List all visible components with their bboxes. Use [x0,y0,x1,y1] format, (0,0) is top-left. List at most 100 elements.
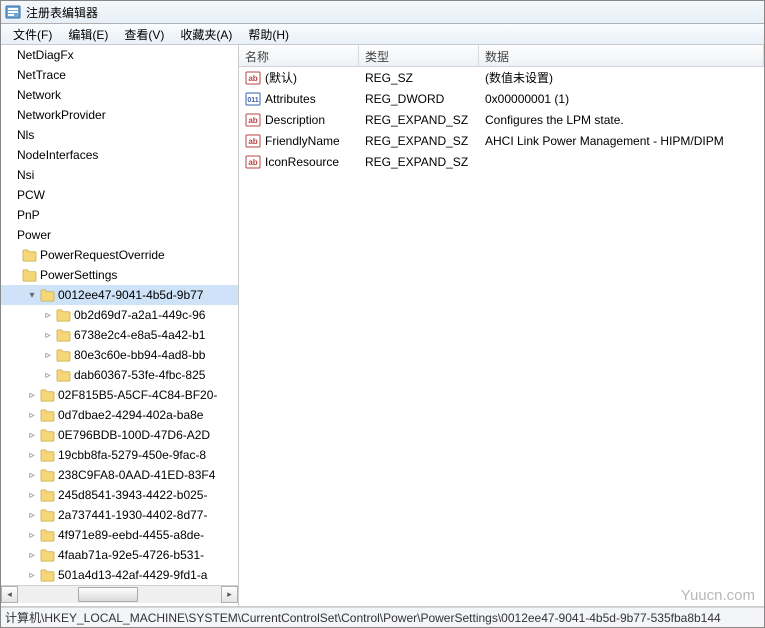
tree-item-label: 0012ee47-9041-4b5d-9b77 [58,288,203,302]
tree-item-label: NodeInterfaces [17,148,98,162]
expander-icon[interactable]: ▹ [41,350,55,361]
tree-item[interactable]: ▹0b2d69d7-a2a1-449c-96 [1,305,238,325]
menu-file[interactable]: 文件(F) [5,24,60,45]
tree-item-label: NetworkProvider [17,108,106,122]
tree-item-label: NetTrace [17,68,66,82]
tree-item-label: 4f971e89-eebd-4455-a8de- [58,528,204,542]
tree-item[interactable]: ▹ 245d8541-3943-4422-b025- [1,485,238,505]
list-row[interactable]: abFriendlyNameREG_EXPAND_SZAHCI Link Pow… [239,130,764,151]
value-data: AHCI Link Power Management - HIPM/DIPM [479,134,764,148]
svg-text:ab: ab [248,158,257,167]
tree-pane[interactable]: NetDiagFx NetTrace Network NetworkProvider N… [1,45,239,606]
tree-item[interactable]: ▹238C9FA8-0AAD-41ED-83F4 [1,465,238,485]
column-data[interactable]: 数据 [479,45,764,66]
expander-icon[interactable]: ▾ [25,290,39,301]
value-name: IconResource [265,155,339,169]
tree-item[interactable]: ▾ 0012ee47-9041-4b5d-9b77 [1,285,238,305]
expander-icon[interactable]: ▹ [41,370,55,381]
expander-icon[interactable]: ▹ [25,550,39,561]
tree-item[interactable]: ▹4faab71a-92e5-4726-b531- [1,545,238,565]
menu-favorites[interactable]: 收藏夹(A) [172,24,240,45]
tree-item[interactable]: ▹501a4d13-42af-4429-9fd1-a [1,565,238,585]
tree-item[interactable]: Network [1,85,238,105]
scroll-right-arrow[interactable]: ▸ [221,586,238,603]
expander-icon[interactable]: ▹ [25,530,39,541]
scroll-left-arrow[interactable]: ◂ [1,586,18,603]
folder-icon [39,387,55,403]
value-data: 0x00000001 (1) [479,92,764,106]
expander-icon[interactable]: ▹ [41,310,55,321]
tree-item[interactable]: ▹0E796BDB-100D-47D6-A2D [1,425,238,445]
list-header: 名称 类型 数据 [239,45,764,67]
tree-item[interactable]: Power [1,225,238,245]
folder-icon [39,447,55,463]
status-path: 计算机\HKEY_LOCAL_MACHINE\SYSTEM\CurrentCon… [5,609,721,626]
expander-icon[interactable]: ▹ [25,410,39,421]
expander-icon[interactable]: ▹ [25,470,39,481]
tree-item-label: 245d8541-3943-4422-b025- [58,488,207,502]
tree-item[interactable]: NetDiagFx [1,45,238,65]
tree-item-label: PowerSettings [40,268,117,282]
expander-icon[interactable]: ▹ [25,450,39,461]
tree-item[interactable]: ▹ 19cbb8fa-5279-450e-9fac-8 [1,445,238,465]
folder-icon [39,507,55,523]
expander-icon[interactable]: ▹ [25,510,39,521]
expander-icon[interactable]: ▹ [41,330,55,341]
tree-item-label: 0d7dbae2-4294-402a-ba8e [58,408,203,422]
value-type: REG_EXPAND_SZ [359,134,479,148]
column-name[interactable]: 名称 [239,45,359,66]
string-value-icon: ab [245,154,261,170]
tree-item[interactable]: NetTrace [1,65,238,85]
tree-item-label: 80e3c60e-bb94-4ad8-bb [74,348,205,362]
value-name-cell: abFriendlyName [239,133,359,149]
tree-item[interactable]: NetworkProvider [1,105,238,125]
column-type[interactable]: 类型 [359,45,479,66]
horizontal-scrollbar[interactable]: ◂ ▸ [1,585,238,602]
tree-item[interactable]: PowerRequestOverride [1,245,238,265]
tree-item-label: dab60367-53fe-4fbc-825 [74,368,205,382]
expander-icon[interactable]: ▹ [25,490,39,501]
tree-item[interactable]: PCW [1,185,238,205]
content-area: NetDiagFx NetTrace Network NetworkProvider N… [1,45,764,607]
value-name: (默认) [265,69,297,86]
scroll-track[interactable] [18,586,221,603]
list-row[interactable]: ab(默认)REG_SZ(数值未设置) [239,67,764,88]
menu-edit[interactable]: 编辑(E) [60,24,116,45]
value-type: REG_SZ [359,71,479,85]
tree-item-label: 19cbb8fa-5279-450e-9fac-8 [58,448,206,462]
list-pane: 名称 类型 数据 ab(默认)REG_SZ(数值未设置)011Attribute… [239,45,764,606]
folder-icon [39,407,55,423]
tree-item[interactable]: ▹ 80e3c60e-bb94-4ad8-bb [1,345,238,365]
tree-item[interactable]: ▹ 0d7dbae2-4294-402a-ba8e [1,405,238,425]
list-body[interactable]: ab(默认)REG_SZ(数值未设置)011AttributesREG_DWOR… [239,67,764,606]
tree-item[interactable]: Nls [1,125,238,145]
tree-item[interactable]: ▹ 4f971e89-eebd-4455-a8de- [1,525,238,545]
folder-icon [55,347,71,363]
statusbar: 计算机\HKEY_LOCAL_MACHINE\SYSTEM\CurrentCon… [1,607,764,627]
tree-item[interactable]: ▹02F815B5-A5CF-4C84-BF20- [1,385,238,405]
tree-item-label: PCW [17,188,45,202]
list-row[interactable]: abIconResourceREG_EXPAND_SZ [239,151,764,172]
folder-icon [39,287,55,303]
tree-item[interactable]: ▹ dab60367-53fe-4fbc-825 [1,365,238,385]
folder-icon [55,327,71,343]
string-value-icon: ab [245,70,261,86]
expander-icon[interactable]: ▹ [25,570,39,581]
menu-help[interactable]: 帮助(H) [240,24,297,45]
tree-item[interactable]: ▹6738e2c4-e8a5-4a42-b1 [1,325,238,345]
menu-view[interactable]: 查看(V) [116,24,172,45]
tree-item[interactable]: NodeInterfaces [1,145,238,165]
tree-item[interactable]: PowerSettings [1,265,238,285]
expander-icon[interactable]: ▹ [25,430,39,441]
scroll-thumb[interactable] [78,587,138,602]
tree-item[interactable]: PnP [1,205,238,225]
tree-item[interactable]: ▹2a737441-1930-4402-8d77- [1,505,238,525]
expander-icon[interactable]: ▹ [25,390,39,401]
tree-item[interactable]: Nsi [1,165,238,185]
folder-icon [39,567,55,583]
list-row[interactable]: abDescriptionREG_EXPAND_SZConfigures the… [239,109,764,130]
tree-item-label: Power [17,228,51,242]
folder-icon [55,307,71,323]
list-row[interactable]: 011AttributesREG_DWORD0x00000001 (1) [239,88,764,109]
value-name: FriendlyName [265,134,340,148]
